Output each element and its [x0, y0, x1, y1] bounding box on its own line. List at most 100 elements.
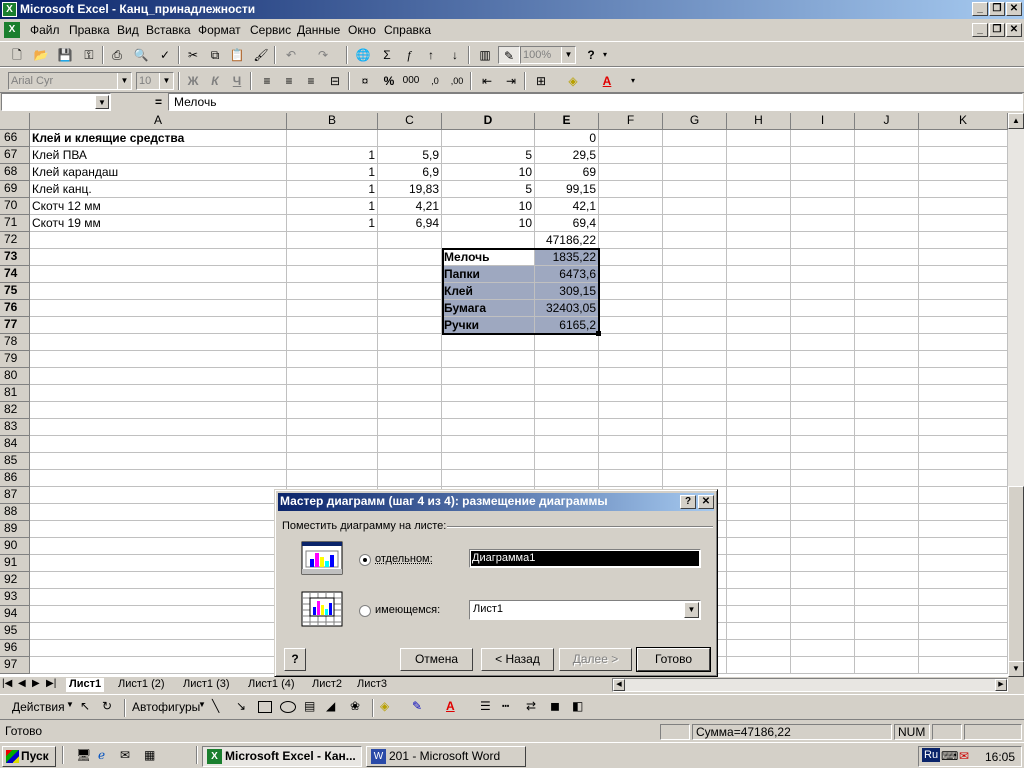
grid-cell[interactable] [791, 572, 855, 589]
row-header[interactable]: 81 [0, 385, 30, 402]
grid-cell[interactable] [663, 436, 727, 453]
show-desktop-icon[interactable]: 🖥 [76, 748, 91, 762]
line-icon[interactable]: ╲ [212, 699, 219, 713]
column-header[interactable]: I [791, 113, 855, 130]
formula-input[interactable]: Мелочь [168, 93, 1023, 111]
grid-cell[interactable] [599, 283, 663, 300]
grid-cell[interactable]: Папки [442, 266, 535, 283]
grid-cell[interactable] [442, 402, 535, 419]
grid-cell[interactable] [919, 215, 1008, 232]
option-separate-label[interactable]: отдельном: [375, 553, 433, 565]
grid-cell[interactable] [791, 130, 855, 147]
grid-cell[interactable]: 29,5 [535, 147, 599, 164]
grid-cell[interactable] [599, 215, 663, 232]
grid-cell[interactable] [535, 334, 599, 351]
grid-cell[interactable] [855, 436, 919, 453]
grid-cell[interactable] [791, 402, 855, 419]
grid-cell[interactable] [535, 351, 599, 368]
chevron-down-icon[interactable]: ▼ [159, 73, 173, 89]
drawing-icon[interactable]: ✎ [498, 46, 520, 64]
grid-cell[interactable] [919, 283, 1008, 300]
permission-icon[interactable]: ⚿ [78, 46, 100, 64]
grid-cell[interactable] [727, 266, 791, 283]
print-icon[interactable]: ⎙ [106, 46, 128, 64]
grid-cell[interactable] [855, 572, 919, 589]
doc-restore-button[interactable]: ❐ [989, 23, 1005, 37]
grid-cell[interactable] [378, 385, 442, 402]
grid-cell[interactable] [791, 147, 855, 164]
next-button[interactable]: Далее > [559, 648, 632, 671]
language-indicator[interactable]: Ru [922, 748, 941, 762]
grid-cell[interactable]: 6165,2 [535, 317, 599, 334]
last-sheet-icon[interactable]: ▶| [46, 678, 56, 689]
scroll-thumb[interactable] [1008, 486, 1024, 664]
grid-cell[interactable] [791, 317, 855, 334]
grid-cell[interactable] [727, 606, 791, 623]
grid-cell[interactable] [663, 351, 727, 368]
function-icon[interactable]: f [398, 46, 420, 64]
format-painter-icon[interactable]: 🖌 [250, 46, 272, 64]
dialog-help-button[interactable]: ? [680, 495, 696, 509]
grid-cell[interactable]: 69,4 [535, 215, 599, 232]
grid-cell[interactable] [855, 249, 919, 266]
grid-cell[interactable]: 6,94 [378, 215, 442, 232]
grid-cell[interactable] [919, 521, 1008, 538]
sheet-tab-1[interactable]: Лист1 [66, 678, 105, 692]
grid-cell[interactable] [30, 572, 287, 589]
thousands-button[interactable]: 000 [400, 72, 422, 90]
grid-cell[interactable] [442, 351, 535, 368]
column-header[interactable]: E [535, 113, 599, 130]
grid-cell[interactable] [919, 266, 1008, 283]
shadow-icon[interactable]: ◼ [550, 699, 560, 713]
chevron-down-icon[interactable]: ▼ [95, 95, 109, 109]
font-color-icon[interactable]: A [446, 699, 455, 713]
row-header[interactable]: 66 [0, 130, 30, 147]
grid-cell[interactable] [599, 249, 663, 266]
grid-cell[interactable] [791, 300, 855, 317]
grid-cell[interactable] [663, 215, 727, 232]
grid-cell[interactable] [287, 402, 378, 419]
grid-cell[interactable] [919, 317, 1008, 334]
paste-icon[interactable]: 📋 [226, 46, 248, 64]
grid-cell[interactable] [919, 181, 1008, 198]
increase-decimal-icon[interactable]: ,0 [424, 72, 446, 90]
fill-color-icon[interactable]: ◈ [562, 72, 584, 90]
row-header[interactable]: 96 [0, 640, 30, 657]
horizontal-scrollbar[interactable]: ◀ ▶ [612, 678, 1008, 692]
menu-window[interactable]: Окно [348, 23, 376, 37]
menu-data[interactable]: Данные [297, 23, 340, 37]
grid-cell[interactable] [855, 470, 919, 487]
grid-cell[interactable] [287, 334, 378, 351]
open-icon[interactable]: 📂 [30, 46, 52, 64]
grid-cell[interactable] [663, 249, 727, 266]
grid-cell[interactable] [919, 385, 1008, 402]
chevron-down-icon[interactable]: ▼ [66, 700, 74, 709]
grid-cell[interactable] [791, 283, 855, 300]
grid-cell[interactable] [727, 487, 791, 504]
grid-cell[interactable]: Ручки [442, 317, 535, 334]
grid-cell[interactable]: Клей канц. [30, 181, 287, 198]
grid-cell[interactable] [727, 351, 791, 368]
grid-cell[interactable] [287, 317, 378, 334]
grid-cell[interactable] [727, 232, 791, 249]
row-header[interactable]: 94 [0, 606, 30, 623]
grid-cell[interactable] [791, 198, 855, 215]
grid-cell[interactable] [663, 317, 727, 334]
grid-cell[interactable] [855, 164, 919, 181]
sort-ascending-icon[interactable]: ↑ [420, 46, 442, 64]
row-header[interactable]: 91 [0, 555, 30, 572]
grid-cell[interactable] [919, 249, 1008, 266]
next-sheet-icon[interactable]: ▶ [32, 678, 40, 689]
grid-cell[interactable] [855, 317, 919, 334]
row-header[interactable]: 75 [0, 283, 30, 300]
grid-cell[interactable] [378, 334, 442, 351]
grid-cell[interactable] [287, 249, 378, 266]
grid-cell[interactable] [855, 606, 919, 623]
grid-cell[interactable] [30, 606, 287, 623]
grid-cell[interactable] [30, 266, 287, 283]
grid-cell[interactable] [30, 232, 287, 249]
grid-cell[interactable] [727, 572, 791, 589]
grid-cell[interactable] [919, 640, 1008, 657]
grid-cell[interactable] [919, 198, 1008, 215]
grid-cell[interactable] [855, 198, 919, 215]
